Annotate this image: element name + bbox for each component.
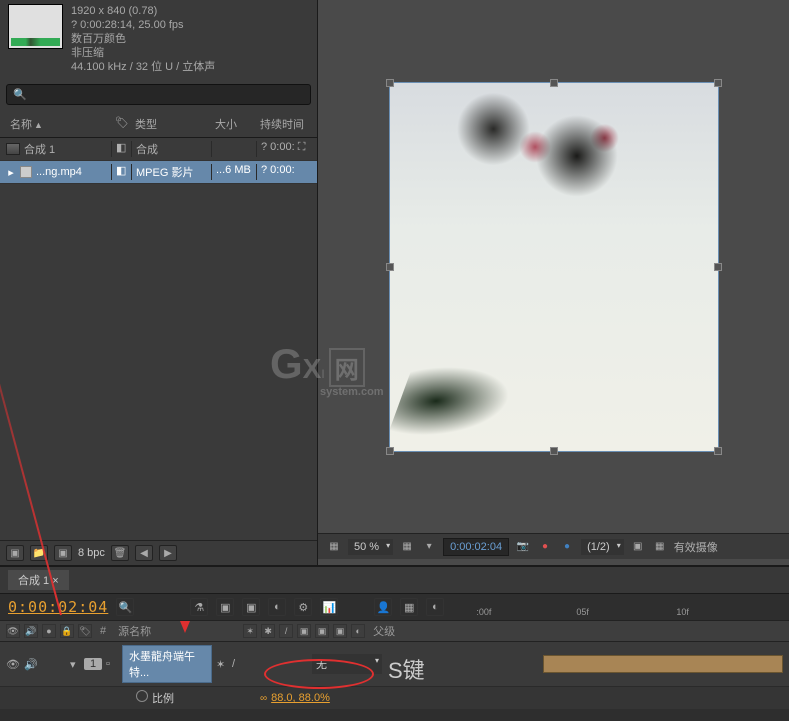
expand-layer-icon[interactable]: ▾ [70,658,80,671]
adj-col-icon[interactable]: ▣ [315,624,329,638]
timeline-tabs: 合成 1 × [0,567,789,594]
delete-button[interactable]: 🗑 [111,545,129,561]
column-type[interactable]: 类型 [131,114,211,134]
parent-dropdown[interactable]: 无 [312,654,382,674]
layer-columns: 👁 🔊 ● 🔒 🏷 # 源名称 ✶ ✱ / ▣ ▣ ▣ ◐ 父级 [0,621,789,642]
preview-time[interactable]: 0:00:02:04 [443,538,509,556]
link-icon[interactable]: ∞ [260,693,267,704]
graph-editor-icon[interactable]: 📊 [320,598,338,616]
eye-column-icon[interactable]: 👁 [6,624,20,638]
resolution-icon[interactable]: ▦ [399,539,415,555]
label-column-icon[interactable]: 🏷 [78,624,92,638]
interpret-footage-button[interactable]: ▣ [6,545,24,561]
solo-column-icon[interactable]: ● [42,624,56,638]
3d-col-icon[interactable]: ▣ [333,624,347,638]
expand-icon[interactable]: ▸ [6,166,16,178]
column-name[interactable]: 名称▲ [6,114,111,134]
motion-blur-icon[interactable]: ◐ [268,598,286,616]
layer-track[interactable] [543,655,783,673]
motion-blur2-icon[interactable]: ◐ [426,598,444,616]
shy-icon[interactable]: 👤 [374,598,392,616]
composition-icon [6,143,20,155]
project-toolbar: ▣ 📁 ▣ 8 bpc 🗑 ◀ ▶ [0,540,317,565]
new-comp-button[interactable]: ▣ [54,545,72,561]
parent-header[interactable]: 父级 [369,623,399,639]
lock-column-icon[interactable]: 🔒 [60,624,74,638]
project-columns: 名称▲ 🏷 类型 大小 持续时间 [0,111,317,138]
handle-icon[interactable] [386,263,394,271]
source-icon: ▫ [106,658,118,670]
file-icon [20,166,32,178]
snapshot-icon[interactable]: 📷 [515,539,531,555]
preview-toolbar: ▦ 50 % ▦ ▾ 0:00:02:04 📷 ● ● (1/2) ▣ ▦ 有效… [318,533,789,559]
layer-name[interactable]: 水墨龍舟端午特... [122,645,212,683]
property-name: 比例 [152,693,174,705]
file-duration: ? 0:00:28:14, 25.00 fps [71,18,215,32]
file-compression: 非压缩 [71,46,215,60]
camera-dropdown[interactable]: (1/2) [581,539,624,555]
eye-icon[interactable]: 👁 [6,658,20,671]
file-audio: 44.100 kHz / 32 位 U / 立体声 [71,60,215,74]
fx-icon[interactable]: ⚗ [190,598,208,616]
layer-row[interactable]: 👁 🔊 ▾ 1 ▫ 水墨龍舟端午特... ✶ / 无 [0,642,789,687]
new-folder-button[interactable]: 📁 [30,545,48,561]
region-icon[interactable]: ● [559,539,575,555]
comp-flowchart-icon[interactable]: ▣ [216,598,234,616]
search-icon[interactable]: 🔍 [116,598,134,616]
handle-icon[interactable] [550,79,558,87]
composition-viewer[interactable] [318,0,789,533]
prev-button[interactable]: ◀ [135,545,153,561]
timeline-panel: 合成 1 × 0:00:02:04 🔍 ⚗ ▣ ▣ ◐ ⚙ 📊 👤 ▦ ◐ :0… [0,565,789,721]
view-label[interactable]: 有效摄像 [674,539,718,555]
view-icon[interactable]: ▣ [630,539,646,555]
column-duration[interactable]: 持续时间 [256,114,311,134]
source-name-header[interactable]: 源名称 [114,623,155,639]
handle-icon[interactable] [550,447,558,455]
grid-icon[interactable]: ▦ [326,539,342,555]
speaker-icon[interactable]: 🔊 [24,658,38,671]
draft3d-icon[interactable]: ▣ [242,598,260,616]
preview-content[interactable] [389,82,719,452]
av-icon[interactable]: ✶ [243,624,257,638]
handle-icon[interactable] [386,447,394,455]
handle-icon[interactable] [386,79,394,87]
handle-icon[interactable] [714,263,722,271]
zoom-dropdown[interactable]: 50 % [348,539,393,555]
layer-index: 1 [84,658,102,670]
column-tag[interactable]: 🏷 [111,114,131,134]
shy-col-icon[interactable]: ◐ [351,624,365,638]
file-resolution: 1920 x 840 (0.78) [71,4,215,18]
audio-column-icon[interactable]: 🔊 [24,624,38,638]
column-size[interactable]: 大小 [211,114,256,134]
handle-icon[interactable] [714,447,722,455]
frame-blend-icon[interactable]: ▦ [400,598,418,616]
current-time[interactable]: 0:00:02:04 [8,598,108,616]
tab-composition[interactable]: 合成 1 × [8,570,69,590]
fx-col-icon[interactable]: ✱ [261,624,275,638]
project-item-video[interactable]: ▸...ng.mp4 ◧ MPEG 影片 ...6 MB ? 0:00: [0,161,317,184]
grid2-icon[interactable]: ▦ [652,539,668,555]
project-item-comp[interactable]: 合成 1 ◧ 合成 ? 0:00: ⛶ [0,138,317,161]
search-input[interactable]: 🔍 [6,84,311,105]
preview-panel: ▦ 50 % ▦ ▾ 0:00:02:04 📷 ● ● (1/2) ▣ ▦ 有效… [318,0,789,565]
file-colors: 数百万颜色 [71,32,215,46]
stopwatch-icon[interactable] [136,690,148,702]
project-panel: 1920 x 840 (0.78) ? 0:00:28:14, 25.00 fp… [0,0,318,565]
color-depth[interactable]: 8 bpc [78,547,105,559]
file-info: 1920 x 840 (0.78) ? 0:00:28:14, 25.00 fp… [0,0,317,78]
next-button[interactable]: ▶ [159,545,177,561]
motion-blur-col-icon[interactable]: ▣ [297,624,311,638]
brainstorm-icon[interactable]: ⚙ [294,598,312,616]
toggle-icon[interactable]: ▾ [421,539,437,555]
frame-blend-col-icon[interactable]: / [279,624,293,638]
scale-property-row[interactable]: 比例 ∞ 88.0, 88.0% [0,687,789,709]
handle-icon[interactable] [714,79,722,87]
property-value[interactable]: 88.0, 88.0% [271,692,330,704]
project-items: 合成 1 ◧ 合成 ? 0:00: ⛶ ▸...ng.mp4 ◧ MPEG 影片… [0,138,317,540]
file-thumbnail[interactable] [8,4,63,49]
channel-icon[interactable]: ● [537,539,553,555]
